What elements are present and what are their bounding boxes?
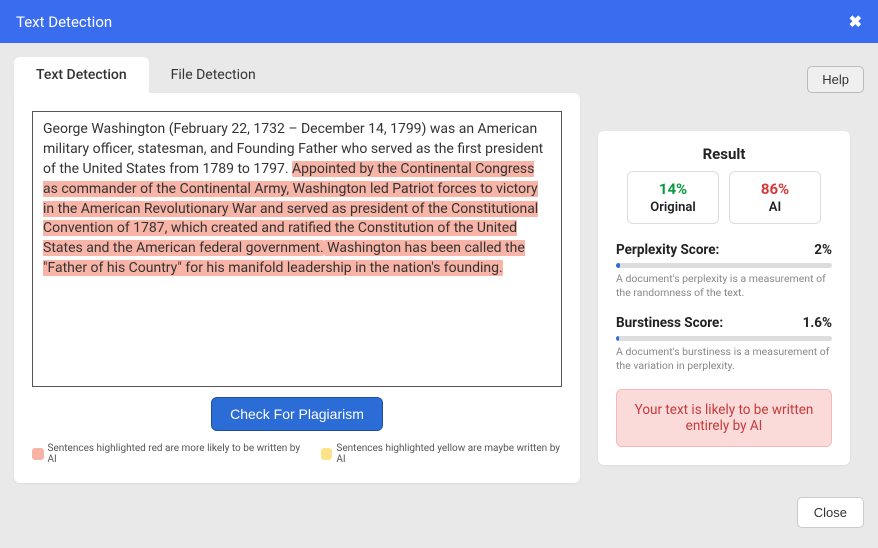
legend-red: Sentences highlighted red are more likel… — [32, 443, 301, 465]
burstiness-bar — [616, 336, 832, 341]
close-button[interactable]: Close — [797, 497, 864, 528]
original-pct: 14% — [640, 180, 706, 198]
perplexity-bar — [616, 263, 832, 268]
original-label: Original — [640, 200, 706, 215]
analysis-textbox[interactable]: George Washington (February 22, 1732 – D… — [32, 111, 562, 387]
legend-red-label: Sentences highlighted red are more likel… — [48, 443, 301, 465]
topbar: Text Detection File Detection Help — [14, 57, 864, 93]
tabs: Text Detection File Detection — [14, 57, 278, 93]
check-button-wrap: Check For Plagiarism — [32, 397, 562, 431]
check-plagiarism-button[interactable]: Check For Plagiarism — [211, 397, 383, 431]
legend-yellow-label: Sentences highlighted yellow are maybe w… — [336, 443, 562, 465]
footer: Close — [0, 497, 878, 538]
ai-label: AI — [742, 200, 808, 215]
perplexity-desc: A document's perplexity is a measurement… — [616, 272, 832, 299]
main-panel: George Washington (February 22, 1732 – D… — [14, 93, 580, 483]
perplexity-fill — [616, 263, 620, 268]
tab-file-detection[interactable]: File Detection — [149, 57, 278, 93]
burstiness-label: Burstiness Score: — [616, 315, 723, 331]
result-panel: Result 14% Original 86% AI Perplexity Sc… — [598, 131, 850, 465]
ai-card: 86% AI — [729, 171, 821, 224]
help-button[interactable]: Help — [807, 66, 864, 93]
perplexity-value: 2% — [814, 242, 832, 258]
right-column: Result 14% Original 86% AI Perplexity Sc… — [598, 93, 850, 483]
perplexity-row: Perplexity Score: 2% — [616, 242, 832, 258]
original-card: 14% Original — [627, 171, 719, 224]
burstiness-value: 1.6% — [803, 315, 832, 331]
result-title: Result — [616, 145, 832, 163]
verdict-box: Your text is likely to be written entire… — [616, 389, 832, 447]
modal-header: Text Detection ✖ — [0, 0, 878, 43]
burstiness-row: Burstiness Score: 1.6% — [616, 315, 832, 331]
burstiness-fill — [616, 336, 619, 341]
ai-pct: 86% — [742, 180, 808, 198]
swatch-red-icon — [32, 448, 44, 460]
burstiness-desc: A document's burstiness is a measurement… — [616, 345, 832, 372]
perplexity-label: Perplexity Score: — [616, 242, 719, 258]
legend-yellow: Sentences highlighted yellow are maybe w… — [321, 443, 562, 465]
modal-title: Text Detection — [16, 13, 112, 31]
close-icon[interactable]: ✖ — [849, 12, 862, 31]
modal-content: Text Detection File Detection Help Georg… — [0, 43, 878, 497]
result-cards: 14% Original 86% AI — [616, 171, 832, 224]
swatch-yellow-icon — [321, 448, 333, 460]
tab-text-detection[interactable]: Text Detection — [14, 57, 149, 93]
legend: Sentences highlighted red are more likel… — [32, 443, 562, 465]
body: George Washington (February 22, 1732 – D… — [14, 93, 864, 483]
